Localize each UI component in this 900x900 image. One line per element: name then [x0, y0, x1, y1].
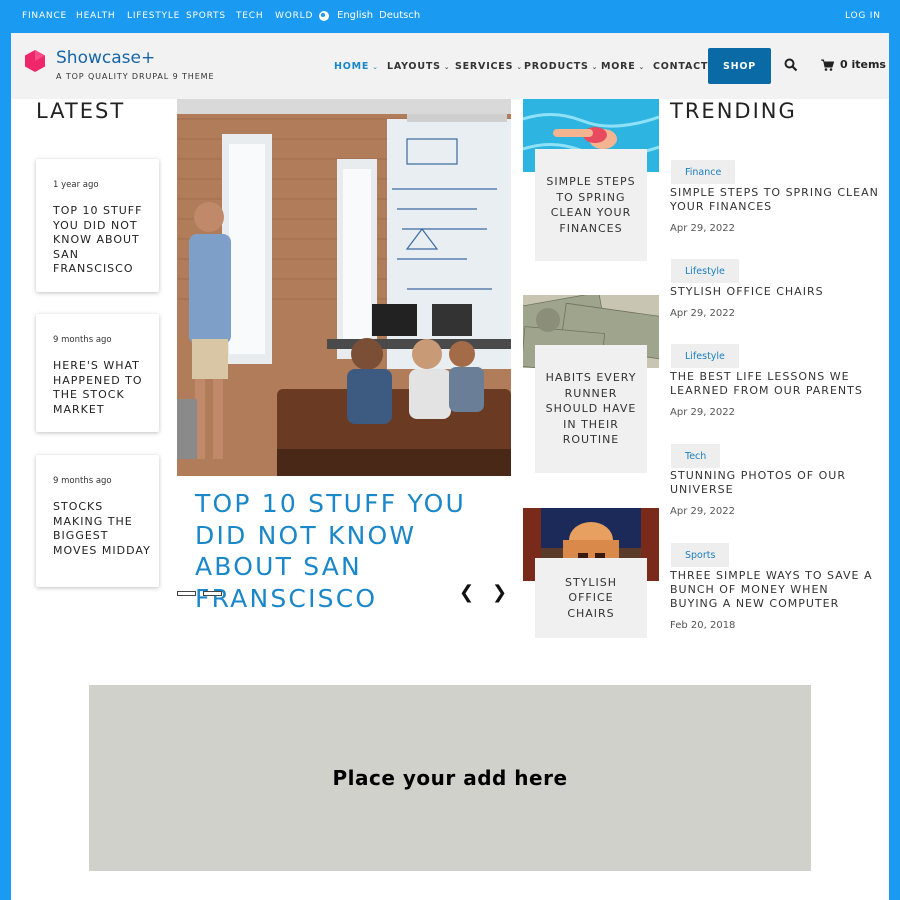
cart-link[interactable]: 0 items — [821, 58, 886, 71]
trending-date: Apr 29, 2022 — [670, 407, 736, 418]
nav-products-label: PRODUCTS — [524, 61, 589, 72]
trending-date: Feb 20, 2018 — [670, 620, 736, 631]
nav-layouts-label: LAYOUTS — [387, 61, 441, 72]
search-icon[interactable] — [784, 58, 798, 72]
topbar-link-health[interactable]: HEALTH — [76, 11, 115, 21]
chevron-down-icon: ⌄ — [591, 63, 599, 71]
trending-title[interactable]: STUNNING PHOTOS OF OUR UNIVERSE — [670, 469, 880, 497]
chevron-right-icon[interactable]: ❯ — [492, 582, 507, 603]
nav-more[interactable]: MORE ⌄ — [601, 61, 645, 72]
trending-title[interactable]: SIMPLE STEPS TO SPRING CLEAN YOUR FINANC… — [670, 186, 880, 214]
trending-title[interactable]: STYLISH OFFICE CHAIRS — [670, 285, 880, 299]
card-time: 9 months ago — [53, 335, 112, 345]
category-badge[interactable]: Tech — [671, 444, 721, 468]
slider-dot[interactable] — [177, 591, 196, 596]
middle-card-title[interactable]: STYLISH OFFICE CHAIRS — [535, 558, 647, 638]
login-link[interactable]: LOG IN — [845, 11, 881, 21]
topbar-link-sports[interactable]: SPORTS — [186, 11, 226, 21]
trending-date: Apr 29, 2022 — [670, 223, 736, 234]
logo-icon[interactable] — [23, 49, 47, 73]
category-badge[interactable]: Lifestyle — [671, 259, 739, 283]
card-time: 9 months ago — [53, 476, 112, 486]
nav-services[interactable]: SERVICES ⌄ — [455, 61, 523, 72]
card-time: 1 year ago — [53, 180, 99, 190]
ad-placeholder[interactable]: Place your add here — [89, 685, 811, 871]
middle-card-title[interactable]: HABITS EVERY RUNNER SHOULD HAVE IN THEIR… — [535, 345, 647, 473]
trending-date: Apr 29, 2022 — [670, 308, 736, 319]
cart-count: 0 items — [840, 58, 886, 71]
nav-home-label: HOME — [334, 61, 370, 72]
nav-more-label: MORE — [601, 61, 636, 72]
topbar-link-lifestyle[interactable]: LIFESTYLE — [127, 11, 180, 21]
chevron-down-icon: ⌄ — [638, 63, 646, 71]
nav-contact[interactable]: CONTACT — [653, 61, 708, 72]
site-tagline: A TOP QUALITY DRUPAL 9 THEME — [56, 72, 215, 81]
latest-card[interactable]: 9 months ago HERE'S WHAT HAPPENED TO THE… — [36, 314, 159, 432]
card-title[interactable]: HERE'S WHAT HAPPENED TO THE STOCK MARKET — [53, 359, 159, 417]
category-badge[interactable]: Finance — [671, 160, 736, 184]
category-badge[interactable]: Sports — [671, 543, 730, 567]
top-bar: FINANCE HEALTH LIFESTYLE SPORTS TECH WOR… — [0, 0, 900, 33]
lang-english[interactable]: English — [337, 10, 373, 21]
lang-deutsch[interactable]: Deutsch — [379, 10, 420, 21]
globe-icon — [319, 11, 329, 21]
hero-image[interactable] — [177, 99, 511, 476]
trending-heading: TRENDING — [670, 99, 797, 123]
chevron-down-icon: ⌄ — [443, 63, 451, 71]
nav-home[interactable]: HOME ⌄ — [334, 61, 379, 72]
cart-icon — [821, 59, 834, 71]
nav-layouts[interactable]: LAYOUTS ⌄ — [387, 61, 450, 72]
topbar-link-finance[interactable]: FINANCE — [22, 11, 67, 21]
trending-title[interactable]: THE BEST LIFE LESSONS WE LEARNED FROM OU… — [670, 370, 880, 398]
chevron-left-icon[interactable]: ❮ — [459, 582, 474, 603]
chevron-down-icon: ⌄ — [372, 63, 379, 71]
latest-card[interactable]: 1 year ago TOP 10 STUFF YOU DID NOT KNOW… — [36, 159, 159, 292]
nav-products[interactable]: PRODUCTS ⌄ — [524, 61, 598, 72]
middle-card-title[interactable]: SIMPLE STEPS TO SPRING CLEAN YOUR FINANC… — [535, 149, 647, 261]
shop-button[interactable]: SHOP — [708, 48, 771, 84]
card-title[interactable]: TOP 10 STUFF YOU DID NOT KNOW ABOUT SAN … — [53, 204, 159, 277]
topbar-link-tech[interactable]: TECH — [236, 11, 263, 21]
slider-dot[interactable] — [203, 591, 222, 596]
card-title[interactable]: STOCKS MAKING THE BIGGEST MOVES MIDDAY — [53, 500, 159, 558]
chevron-down-icon: ⌄ — [516, 63, 523, 71]
latest-heading: LATEST — [36, 99, 126, 123]
nav-services-label: SERVICES — [455, 61, 514, 72]
trending-date: Apr 29, 2022 — [670, 506, 736, 517]
category-badge[interactable]: Lifestyle — [671, 344, 739, 368]
topbar-link-world[interactable]: WORLD — [275, 11, 313, 21]
site-brand[interactable]: Showcase+ — [56, 48, 155, 68]
trending-title[interactable]: THREE SIMPLE WAYS TO SAVE A BUNCH OF MON… — [670, 569, 880, 611]
site-header: Showcase+ A TOP QUALITY DRUPAL 9 THEME H… — [11, 33, 889, 99]
latest-card[interactable]: 9 months ago STOCKS MAKING THE BIGGEST M… — [36, 455, 159, 587]
page-frame: Showcase+ A TOP QUALITY DRUPAL 9 THEME H… — [11, 33, 889, 900]
